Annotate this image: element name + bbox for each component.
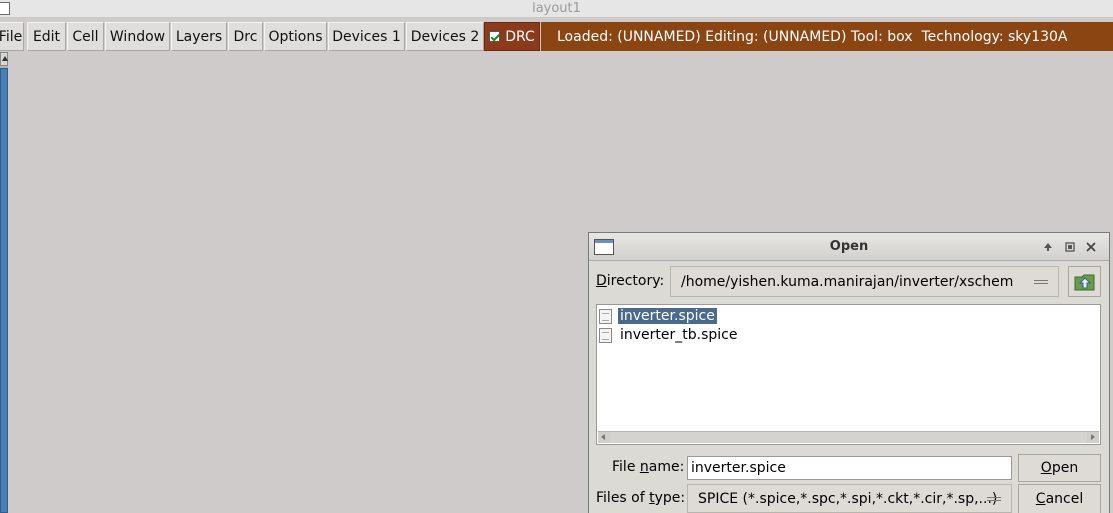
menu-window[interactable]: Window xyxy=(105,22,170,51)
menu-cell[interactable]: Cell xyxy=(67,22,104,51)
horizontal-scrollbar[interactable] xyxy=(598,431,1099,443)
window-title: layout1 xyxy=(532,1,581,16)
file-icon xyxy=(599,308,612,324)
scroll-left-arrow-icon[interactable] xyxy=(598,432,610,443)
dialog-title: Open xyxy=(829,239,869,254)
close-icon[interactable] xyxy=(1083,239,1099,255)
dropdown-icon xyxy=(1034,280,1048,284)
menubar: File Edit Cell Window Layers Drc Options… xyxy=(0,22,1113,51)
menu-devices-1[interactable]: Devices 1 xyxy=(328,22,405,51)
directory-select[interactable]: /home/yishen.kuma.manirajan/inverter/xsc… xyxy=(670,266,1059,297)
list-item[interactable]: inverter_tb.spice xyxy=(599,326,739,344)
parent-directory-button[interactable] xyxy=(1068,266,1101,297)
scroll-right-arrow-icon[interactable] xyxy=(1087,432,1099,443)
dropdown-icon xyxy=(987,497,1001,501)
folder-up-icon xyxy=(1074,274,1094,290)
file-list[interactable]: inverter.spice inverter_tb.spice xyxy=(596,304,1101,445)
menu-options[interactable]: Options xyxy=(264,22,327,51)
file-name: inverter_tb.spice xyxy=(620,327,738,343)
minimize-icon[interactable] xyxy=(1040,239,1056,255)
file-icon xyxy=(599,327,612,343)
status-bar: Loaded: (UNNAMED) Editing: (UNNAMED) Too… xyxy=(541,22,1113,51)
maximize-icon[interactable] xyxy=(1062,239,1078,255)
dialog-titlebar: Open xyxy=(589,233,1109,261)
scroll-up-arrow-icon[interactable] xyxy=(0,52,8,66)
file-type-label: Files of type: xyxy=(596,490,686,506)
drc-checkbox-icon[interactable] xyxy=(489,31,501,42)
menu-layers[interactable]: Layers xyxy=(171,22,227,51)
file-name-input[interactable] xyxy=(687,456,1012,480)
file-type-select[interactable]: SPICE (*.spice,*.spc,*.spi,*.ckt,*.cir,*… xyxy=(687,484,1012,513)
menu-devices-2[interactable]: Devices 2 xyxy=(406,22,484,51)
window-titlebar: layout1 xyxy=(0,0,1113,18)
file-name-label: File name: xyxy=(612,459,685,475)
drc-label: DRC xyxy=(505,28,535,45)
list-item[interactable]: inverter.spice xyxy=(599,307,717,325)
drc-toggle[interactable]: DRC xyxy=(484,22,540,51)
menu-edit[interactable]: Edit xyxy=(27,22,66,51)
menu-file[interactable]: File xyxy=(0,22,24,51)
file-type-value: SPICE (*.spice,*.spc,*.spi,*.ckt,*.cir,*… xyxy=(698,490,998,507)
vertical-scrollbar[interactable] xyxy=(0,52,8,513)
cancel-button[interactable]: Cancel xyxy=(1018,484,1101,513)
menu-drc[interactable]: Drc xyxy=(228,22,263,51)
file-name: inverter.spice xyxy=(618,308,717,324)
directory-label: Directory: xyxy=(596,273,665,289)
open-button[interactable]: Open xyxy=(1018,454,1101,482)
open-dialog: Open Directory: /home/yishen.kuma.manira… xyxy=(588,232,1110,513)
directory-value: /home/yishen.kuma.manirajan/inverter/xsc… xyxy=(681,273,1014,290)
scrollbar-thumb[interactable] xyxy=(0,68,8,513)
